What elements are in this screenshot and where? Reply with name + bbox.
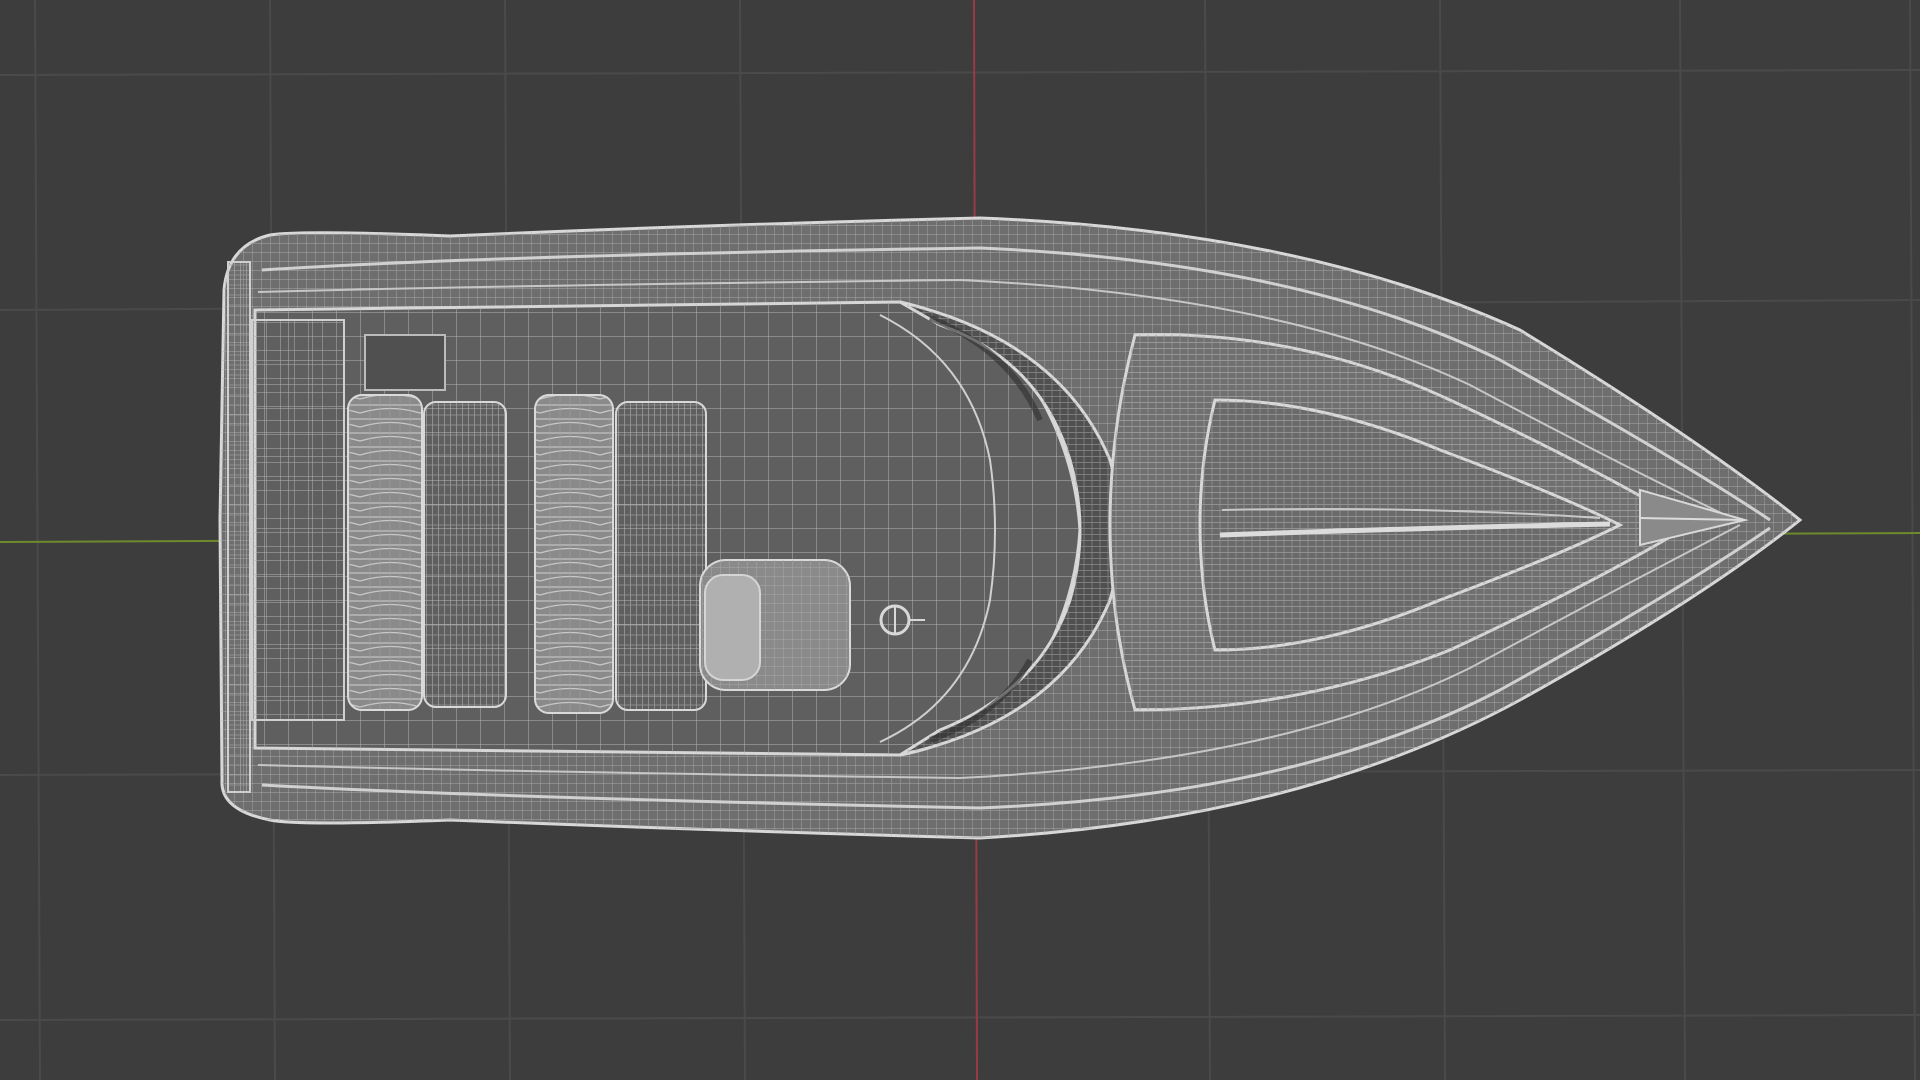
3d-viewport[interactable] [0, 0, 1920, 1080]
stern-panel [227, 261, 251, 793]
viewport-canvas[interactable] [0, 0, 1920, 1080]
rear-storage-dark [364, 334, 446, 391]
seat-back-1 [347, 394, 423, 711]
seat-back-2 [534, 394, 614, 714]
seat-cushion-2 [615, 401, 707, 711]
rear-bench [251, 319, 345, 721]
seat-cushion-1 [423, 401, 507, 708]
boat-mesh[interactable] [218, 216, 1803, 840]
